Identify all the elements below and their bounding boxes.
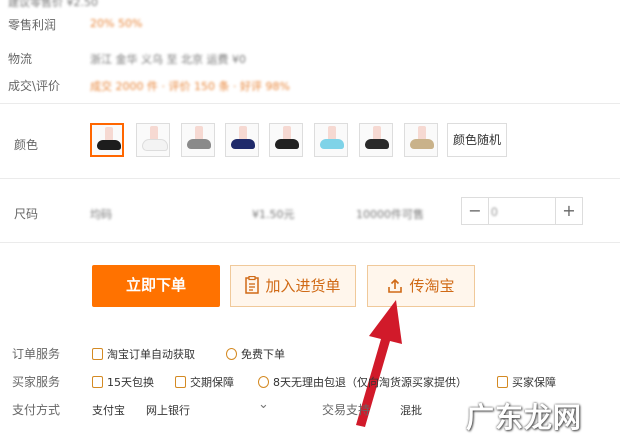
size-stock: 10000件可售 <box>356 208 424 221</box>
service-free-order: 免费下单 <box>226 346 285 362</box>
service-8-day-return: 8天无理由包退（仅向淘货源买家提供） <box>258 374 467 390</box>
document-icon <box>92 348 103 360</box>
shield-icon <box>258 376 269 388</box>
watermark: 广东龙网 <box>466 401 583 434</box>
sock-shape <box>275 139 299 149</box>
random-color-button[interactable]: 颜色随机 <box>447 123 507 157</box>
color-swatch-black[interactable] <box>90 123 124 157</box>
sock-shape <box>187 139 211 149</box>
quantity-input[interactable] <box>489 201 559 223</box>
add-to-cart-button[interactable]: 加入进货单 <box>230 265 356 307</box>
coin-icon <box>226 348 237 360</box>
upload-icon <box>388 278 403 293</box>
color-swatch-black-2[interactable] <box>269 123 303 157</box>
divider <box>0 242 620 243</box>
order-service-label: 订单服务 <box>12 347 61 361</box>
sock-shape <box>410 139 434 149</box>
add-to-cart-label: 加入进货单 <box>265 277 341 295</box>
service-15-day-exchange: 15天包换 <box>92 374 154 390</box>
calendar-icon <box>92 376 103 388</box>
color-label: 颜色 <box>14 138 39 152</box>
chevron-down-icon[interactable]: ⌄ <box>258 397 269 412</box>
sock-shape <box>97 140 121 150</box>
size-label: 尺码 <box>14 207 39 221</box>
color-swatch-khaki[interactable] <box>404 123 438 157</box>
trade-support-value: 混批 <box>400 404 422 417</box>
buyer-service-label: 买家服务 <box>12 375 61 389</box>
profit-label: 零售利润 <box>8 18 57 32</box>
upload-taobao-label: 传淘宝 <box>409 277 455 295</box>
color-swatch-white[interactable] <box>136 123 170 157</box>
sock-shape <box>142 139 168 151</box>
sock-shape <box>231 139 255 149</box>
order-now-button[interactable]: 立即下单 <box>92 265 220 307</box>
deals-label: 成交\评价 <box>8 79 61 93</box>
decrease-button[interactable]: − <box>462 198 489 224</box>
payment-online-bank: 网上银行 <box>146 404 190 417</box>
trade-support-label: 交易支持 <box>322 403 371 417</box>
payment-alipay: 支付宝 <box>92 404 125 417</box>
clipboard-icon <box>245 275 260 294</box>
logistics-label: 物流 <box>8 52 33 66</box>
size-price: ¥1.50元 <box>252 208 295 221</box>
upload-taobao-button[interactable]: 传淘宝 <box>367 265 475 307</box>
logistics-value: 浙江 金华 义乌 至 北京 运费 ¥0 <box>90 53 246 66</box>
protection-icon <box>497 376 508 388</box>
deals-value: 成交 2000 件 · 评价 150 条 · 好评 98% <box>90 80 290 93</box>
size-name: 均码 <box>90 208 112 221</box>
quantity-stepper[interactable]: − + <box>461 197 583 225</box>
divider <box>0 103 620 104</box>
profit-value: 20% 50% <box>90 17 143 30</box>
color-swatch-gray[interactable] <box>181 123 215 157</box>
top-cut-text: 建议零售价 ¥2.50 <box>8 0 98 9</box>
service-buyer-protection: 买家保障 <box>497 374 556 390</box>
increase-button[interactable]: + <box>555 198 582 224</box>
sock-shape <box>365 139 389 149</box>
color-swatch-navy[interactable] <box>225 123 259 157</box>
color-swatch-black-3[interactable] <box>359 123 393 157</box>
payment-label: 支付方式 <box>12 403 61 417</box>
divider <box>0 178 620 179</box>
service-auto-order: 淘宝订单自动获取 <box>92 346 195 362</box>
sock-shape <box>320 139 344 149</box>
truck-icon <box>175 376 186 388</box>
color-swatch-light-blue[interactable] <box>314 123 348 157</box>
service-delivery-guarantee: 交期保障 <box>175 374 234 390</box>
order-now-label: 立即下单 <box>125 276 186 294</box>
